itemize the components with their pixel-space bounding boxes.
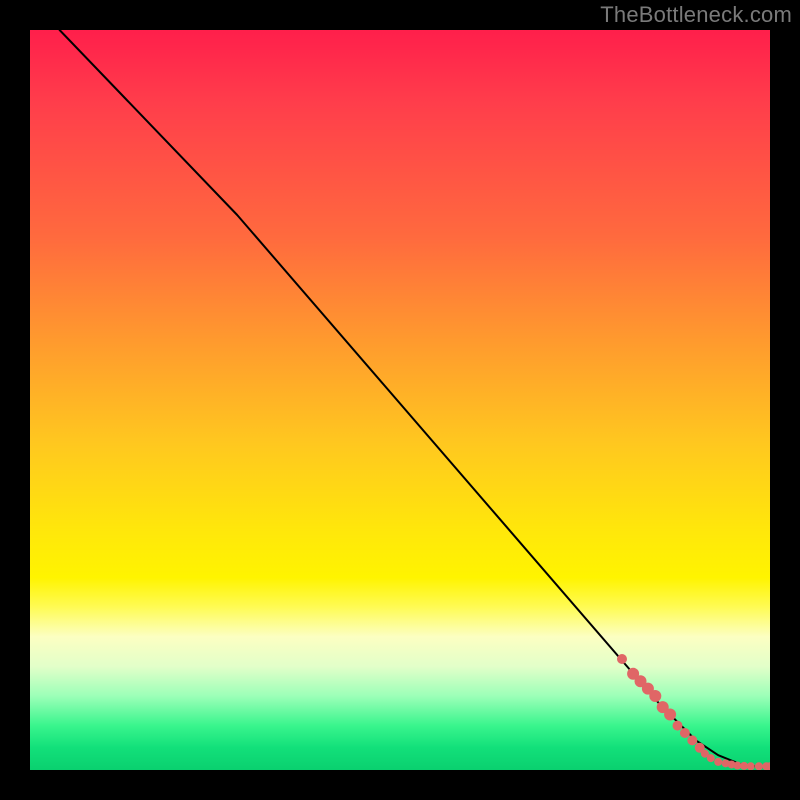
data-point [680, 728, 690, 738]
bottleneck-points [617, 654, 770, 770]
data-point [714, 758, 722, 766]
data-point [687, 735, 697, 745]
data-point [617, 654, 627, 664]
chart-overlay [30, 30, 770, 770]
data-point [707, 754, 715, 762]
data-point [747, 762, 755, 770]
bottleneck-curve [60, 30, 770, 767]
plot-area [30, 30, 770, 770]
watermark-label: TheBottleneck.com [600, 2, 792, 28]
data-point [649, 690, 661, 702]
data-point [673, 721, 683, 731]
chart-container: TheBottleneck.com [0, 0, 800, 800]
data-point [664, 709, 676, 721]
data-point [755, 762, 763, 770]
